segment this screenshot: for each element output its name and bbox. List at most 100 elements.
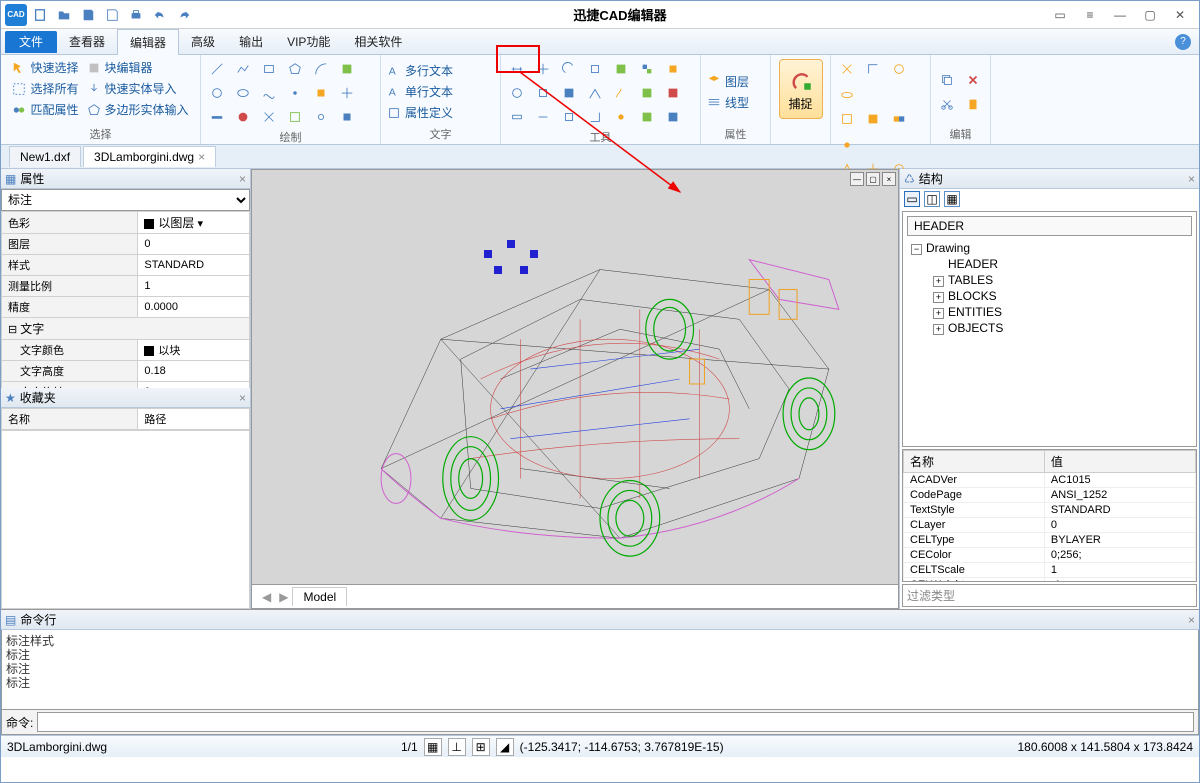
tool-11-icon[interactable] (585, 83, 605, 103)
quick-import-button[interactable]: 快速实体导入 (87, 80, 189, 97)
layer-button[interactable]: 图层 (707, 73, 764, 90)
model-tab-prev-icon[interactable]: ◀ (258, 590, 275, 604)
ellipse-icon[interactable] (233, 83, 253, 103)
snap-toggle-icon[interactable]: ▦ (424, 738, 442, 756)
help-icon[interactable]: ? (1175, 34, 1191, 50)
tab-viewer[interactable]: 查看器 (57, 29, 117, 54)
tool-4-icon[interactable] (585, 59, 605, 79)
drawing-canvas[interactable]: — ▢ × (251, 169, 899, 609)
struct-view3-icon[interactable]: ▦ (944, 191, 960, 207)
tool-8-icon[interactable] (507, 83, 527, 103)
save-as-icon[interactable] (101, 4, 123, 26)
tab-editor[interactable]: 编辑器 (117, 29, 179, 55)
menu-icon[interactable]: ≡ (1079, 4, 1101, 26)
tree-root[interactable]: −Drawing (907, 240, 1192, 256)
copy-icon[interactable] (937, 70, 957, 90)
tool-14-icon[interactable] (663, 83, 683, 103)
tool-16-icon[interactable] (533, 107, 553, 127)
quick-select-button[interactable]: 快速选择 (12, 59, 78, 76)
undo-icon[interactable] (149, 4, 171, 26)
snap-big-button[interactable]: 捕捉 (779, 59, 823, 119)
draw-tool-10-icon[interactable] (285, 107, 305, 127)
snap-1-icon[interactable] (837, 59, 857, 79)
draw-tool-12-icon[interactable] (337, 107, 357, 127)
polygon-icon[interactable] (285, 59, 305, 79)
tool-19-icon[interactable] (611, 107, 631, 127)
tool-12-icon[interactable] (611, 83, 631, 103)
tree-node-entities[interactable]: +ENTITIES (929, 304, 1192, 320)
tool-17-icon[interactable] (559, 107, 579, 127)
match-properties-button[interactable]: 匹配属性 (12, 101, 78, 118)
snap-2-icon[interactable] (863, 59, 883, 79)
tool-6-icon[interactable] (637, 59, 657, 79)
spline-icon[interactable] (259, 83, 279, 103)
model-tab-next-icon[interactable]: ▶ (275, 590, 292, 604)
draw-tool-8-icon[interactable] (233, 107, 253, 127)
tree-node-blocks[interactable]: +BLOCKS (929, 288, 1192, 304)
paste-icon[interactable] (963, 94, 983, 114)
tool-18-icon[interactable] (585, 107, 605, 127)
draw-tool-7-icon[interactable] (207, 107, 227, 127)
favorites-close-icon[interactable]: × (239, 391, 246, 405)
redo-icon[interactable] (173, 4, 195, 26)
print-icon[interactable] (125, 4, 147, 26)
doc-tab-new1[interactable]: New1.dxf (9, 146, 81, 167)
tab-vip[interactable]: VIP功能 (275, 29, 342, 54)
snap-3-icon[interactable] (889, 59, 909, 79)
circle-icon[interactable] (207, 83, 227, 103)
polar-toggle-icon[interactable]: ◢ (496, 738, 514, 756)
close-icon[interactable]: ✕ (1169, 4, 1191, 26)
tool-20-icon[interactable] (637, 107, 657, 127)
select-all-button[interactable]: 选择所有 (12, 80, 78, 97)
doc-tab-lamborgini[interactable]: 3DLamborgini.dwg× (83, 146, 216, 167)
linetype-button[interactable]: 线型 (707, 94, 764, 111)
structure-tree[interactable]: HEADER −Drawing HEADER +TABLES +BLOCKS +… (902, 211, 1197, 447)
tool-7-icon[interactable] (663, 59, 683, 79)
tree-node-tables[interactable]: +TABLES (929, 272, 1192, 288)
tool-10-icon[interactable] (559, 83, 579, 103)
polyline-icon[interactable] (233, 59, 253, 79)
line-icon[interactable] (207, 59, 227, 79)
tree-node-objects[interactable]: +OBJECTS (929, 320, 1192, 336)
app-icon[interactable]: CAD (5, 4, 27, 26)
tool-15-icon[interactable] (507, 107, 527, 127)
tool-13-icon[interactable] (637, 83, 657, 103)
tool-9-icon[interactable] (533, 83, 553, 103)
properties-type-dropdown[interactable]: 标注 (1, 189, 250, 211)
filter-type-input[interactable]: 过滤类型 (902, 584, 1197, 607)
tool-5-icon[interactable] (611, 59, 631, 79)
draw-tool-11-icon[interactable] (311, 107, 331, 127)
snap-8-icon[interactable] (837, 135, 857, 155)
delete-icon[interactable] (963, 70, 983, 90)
tab-related[interactable]: 相关软件 (342, 29, 414, 54)
struct-view1-icon[interactable]: ▭ (904, 191, 920, 207)
mtext-button[interactable]: A多行文本 (387, 62, 494, 79)
grid-toggle-icon[interactable]: ⊥ (448, 738, 466, 756)
save-icon[interactable] (77, 4, 99, 26)
snap-4-icon[interactable] (837, 85, 857, 105)
ribbon-toggle-icon[interactable]: ▭ (1049, 4, 1071, 26)
arc-icon[interactable] (311, 59, 331, 79)
structure-close-icon[interactable]: × (1188, 172, 1195, 186)
draw-tool-9-icon[interactable] (259, 107, 279, 127)
open-file-icon[interactable] (53, 4, 75, 26)
commandline-input[interactable] (37, 712, 1194, 732)
block-editor-button[interactable]: 块编辑器 (87, 59, 189, 76)
rotate-icon[interactable] (559, 59, 579, 79)
model-tab[interactable]: Model (292, 587, 347, 606)
snap-6-icon[interactable] (863, 109, 883, 129)
attdef-button[interactable]: 属性定义 (387, 104, 494, 121)
file-menu[interactable]: 文件 (5, 31, 57, 53)
snap-7-icon[interactable] (889, 109, 909, 129)
maximize-icon[interactable]: ▢ (1139, 4, 1161, 26)
draw-tool-5-icon[interactable] (311, 83, 331, 103)
tool-21-icon[interactable] (663, 107, 683, 127)
commandline-close-icon[interactable]: × (1188, 613, 1195, 627)
point-icon[interactable] (285, 83, 305, 103)
tab-output[interactable]: 输出 (227, 29, 275, 54)
tab-advanced[interactable]: 高级 (179, 29, 227, 54)
rectangle-icon[interactable] (259, 59, 279, 79)
minimize-icon[interactable]: — (1109, 4, 1131, 26)
close-tab-icon[interactable]: × (198, 150, 205, 164)
text-button[interactable]: A单行文本 (387, 83, 494, 100)
